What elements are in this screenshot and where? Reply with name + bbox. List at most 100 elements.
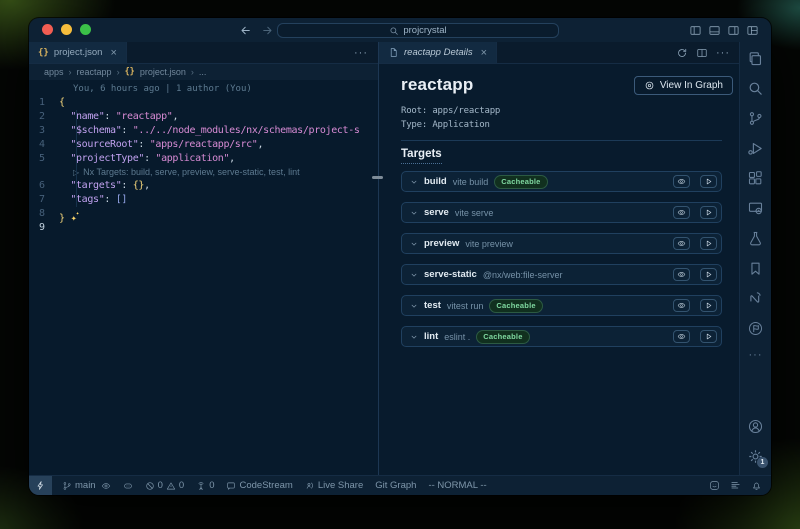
target-run-button[interactable]	[700, 330, 717, 343]
target-row-build[interactable]: buildvite buildCacheable	[401, 171, 722, 192]
target-row-preview[interactable]: previewvite preview	[401, 233, 722, 254]
account-icon[interactable]	[747, 418, 764, 435]
layout-controls	[689, 18, 759, 42]
root-label: Root:	[401, 106, 427, 116]
command-center-search[interactable]: projcrystal	[277, 23, 559, 38]
code-line[interactable]: 9	[29, 221, 378, 235]
play-icon	[704, 270, 713, 279]
breadcrumb-project-json[interactable]: project.json	[140, 67, 186, 77]
line-text: "targets": {},	[59, 179, 150, 193]
search-icon[interactable]	[747, 80, 764, 97]
code-line[interactable]: 8} ✦	[29, 207, 378, 221]
tab-reactapp-details[interactable]: reactapp Details ×	[379, 42, 497, 63]
target-run-button[interactable]	[700, 175, 717, 188]
code-token: "apps/reactapp/src"	[150, 139, 258, 150]
chevron-down-icon	[410, 240, 418, 248]
test-beaker-icon[interactable]	[747, 230, 764, 247]
target-row-serve[interactable]: servevite serve	[401, 202, 722, 223]
remote-explorer-icon[interactable]	[747, 200, 764, 217]
prettier-item[interactable]	[725, 480, 746, 491]
code-line[interactable]: 5 "projectType": "application",	[29, 152, 378, 166]
code-line[interactable]: 6 "targets": {},	[29, 179, 378, 193]
more-actions-icon[interactable]: ···	[716, 47, 730, 59]
code-editor[interactable]: You, 6 hours ago | 1 author (You) 1{2 "n…	[29, 80, 378, 475]
close-window-button[interactable]	[42, 24, 53, 35]
git-graph-item[interactable]: Git Graph	[369, 480, 422, 491]
notifications-item[interactable]	[746, 480, 767, 491]
codestream-icon[interactable]	[747, 320, 764, 337]
code-token: ,	[257, 139, 263, 150]
code-token: ,	[144, 180, 150, 191]
git-branch-item[interactable]: main	[56, 480, 117, 491]
target-inspect-button[interactable]	[673, 206, 690, 219]
breadcrumb-apps[interactable]: apps	[44, 67, 64, 77]
target-inspect-button[interactable]	[673, 237, 690, 250]
codelens-label: Nx Targets: build, serve, preview, serve…	[83, 167, 299, 177]
target-command: vite preview	[465, 239, 513, 249]
zoom-window-button[interactable]	[80, 24, 91, 35]
remote-indicator[interactable]	[29, 476, 52, 495]
more-views-icon[interactable]: ···	[749, 350, 763, 360]
minimize-window-button[interactable]	[61, 24, 72, 35]
split-editor-icon[interactable]	[696, 47, 708, 59]
left-group-more-actions[interactable]: ···	[344, 42, 378, 63]
breadcrumb-separator: ›	[69, 67, 72, 77]
target-row-test[interactable]: testvitest runCacheable	[401, 295, 722, 316]
toggle-sidebar-right-icon[interactable]	[727, 24, 740, 37]
editor-group-sash[interactable]	[378, 42, 379, 475]
go-forward-icon[interactable]	[261, 24, 274, 37]
problems-item[interactable]: 0 0	[139, 480, 191, 491]
code-line[interactable]: 7 "tags": []	[29, 193, 378, 207]
target-inspect-button[interactable]	[673, 268, 690, 281]
settings-gear-icon[interactable]: 1	[747, 448, 764, 465]
target-run-button[interactable]	[700, 268, 717, 281]
source-control-icon[interactable]	[747, 110, 764, 127]
close-tab-icon[interactable]: ×	[110, 47, 116, 59]
code-line[interactable]: 2 "name": "reactapp",	[29, 110, 378, 124]
ports-item[interactable]: 0	[190, 480, 220, 491]
feedback-item[interactable]	[704, 480, 725, 491]
breadcrumb-reactapp[interactable]: reactapp	[77, 67, 112, 77]
right-editor-group: reactapp Details × ··· reactapp View In …	[379, 42, 739, 475]
code-token: ,	[172, 111, 178, 122]
customize-layout-icon[interactable]	[746, 24, 759, 37]
code-line[interactable]: 1{	[29, 96, 378, 110]
target-inspect-button[interactable]	[673, 175, 690, 188]
toggle-panel-icon[interactable]	[708, 24, 721, 37]
live-share-item[interactable]: Live Share	[299, 480, 369, 491]
run-debug-icon[interactable]	[747, 140, 764, 157]
target-row-serve-static[interactable]: serve-static@nx/web:file-server	[401, 264, 722, 285]
codestream-item[interactable]: CodeStream	[220, 480, 298, 491]
nx-targets-codelens[interactable]: ▷Nx Targets: build, serve, preview, serv…	[29, 166, 378, 179]
scrollbar-thumb[interactable]	[372, 176, 383, 179]
code-token: "../../node_modules/nx/schemas/project-s	[133, 125, 360, 136]
refresh-icon[interactable]	[676, 47, 688, 59]
code-line[interactable]: 3 "$schema": "../../node_modules/nx/sche…	[29, 124, 378, 138]
tab-project-json[interactable]: {} project.json ×	[29, 42, 127, 63]
status-bar: main 0 0 0 CodeStream Live Share Git Gra…	[29, 475, 771, 495]
code-token: :	[104, 194, 115, 205]
code-token: []	[116, 194, 127, 205]
target-row-lint[interactable]: linteslint .Cacheable	[401, 326, 722, 347]
activity-bar-bottom: 1	[747, 418, 764, 465]
target-run-button[interactable]	[700, 237, 717, 250]
nx-console-icon[interactable]	[747, 290, 764, 307]
copilot-status-item[interactable]	[117, 481, 139, 491]
bookmarks-icon[interactable]	[747, 260, 764, 277]
breadcrumb-more[interactable]: ...	[199, 67, 207, 77]
target-run-button[interactable]	[700, 299, 717, 312]
vim-mode-item[interactable]: -- NORMAL --	[422, 480, 492, 491]
target-inspect-button[interactable]	[673, 330, 690, 343]
files-icon[interactable]	[747, 50, 764, 67]
toggle-sidebar-left-icon[interactable]	[689, 24, 702, 37]
target-inspect-button[interactable]	[673, 299, 690, 312]
ports-count: 0	[209, 480, 214, 491]
go-back-icon[interactable]	[239, 24, 252, 37]
close-tab-icon[interactable]: ×	[481, 47, 487, 59]
target-command: vite build	[453, 177, 489, 187]
view-in-graph-button[interactable]: View In Graph	[634, 76, 733, 95]
extensions-icon[interactable]	[747, 170, 764, 187]
target-run-button[interactable]	[700, 206, 717, 219]
indent-guide	[76, 110, 77, 207]
code-line[interactable]: 4 "sourceRoot": "apps/reactapp/src",	[29, 138, 378, 152]
